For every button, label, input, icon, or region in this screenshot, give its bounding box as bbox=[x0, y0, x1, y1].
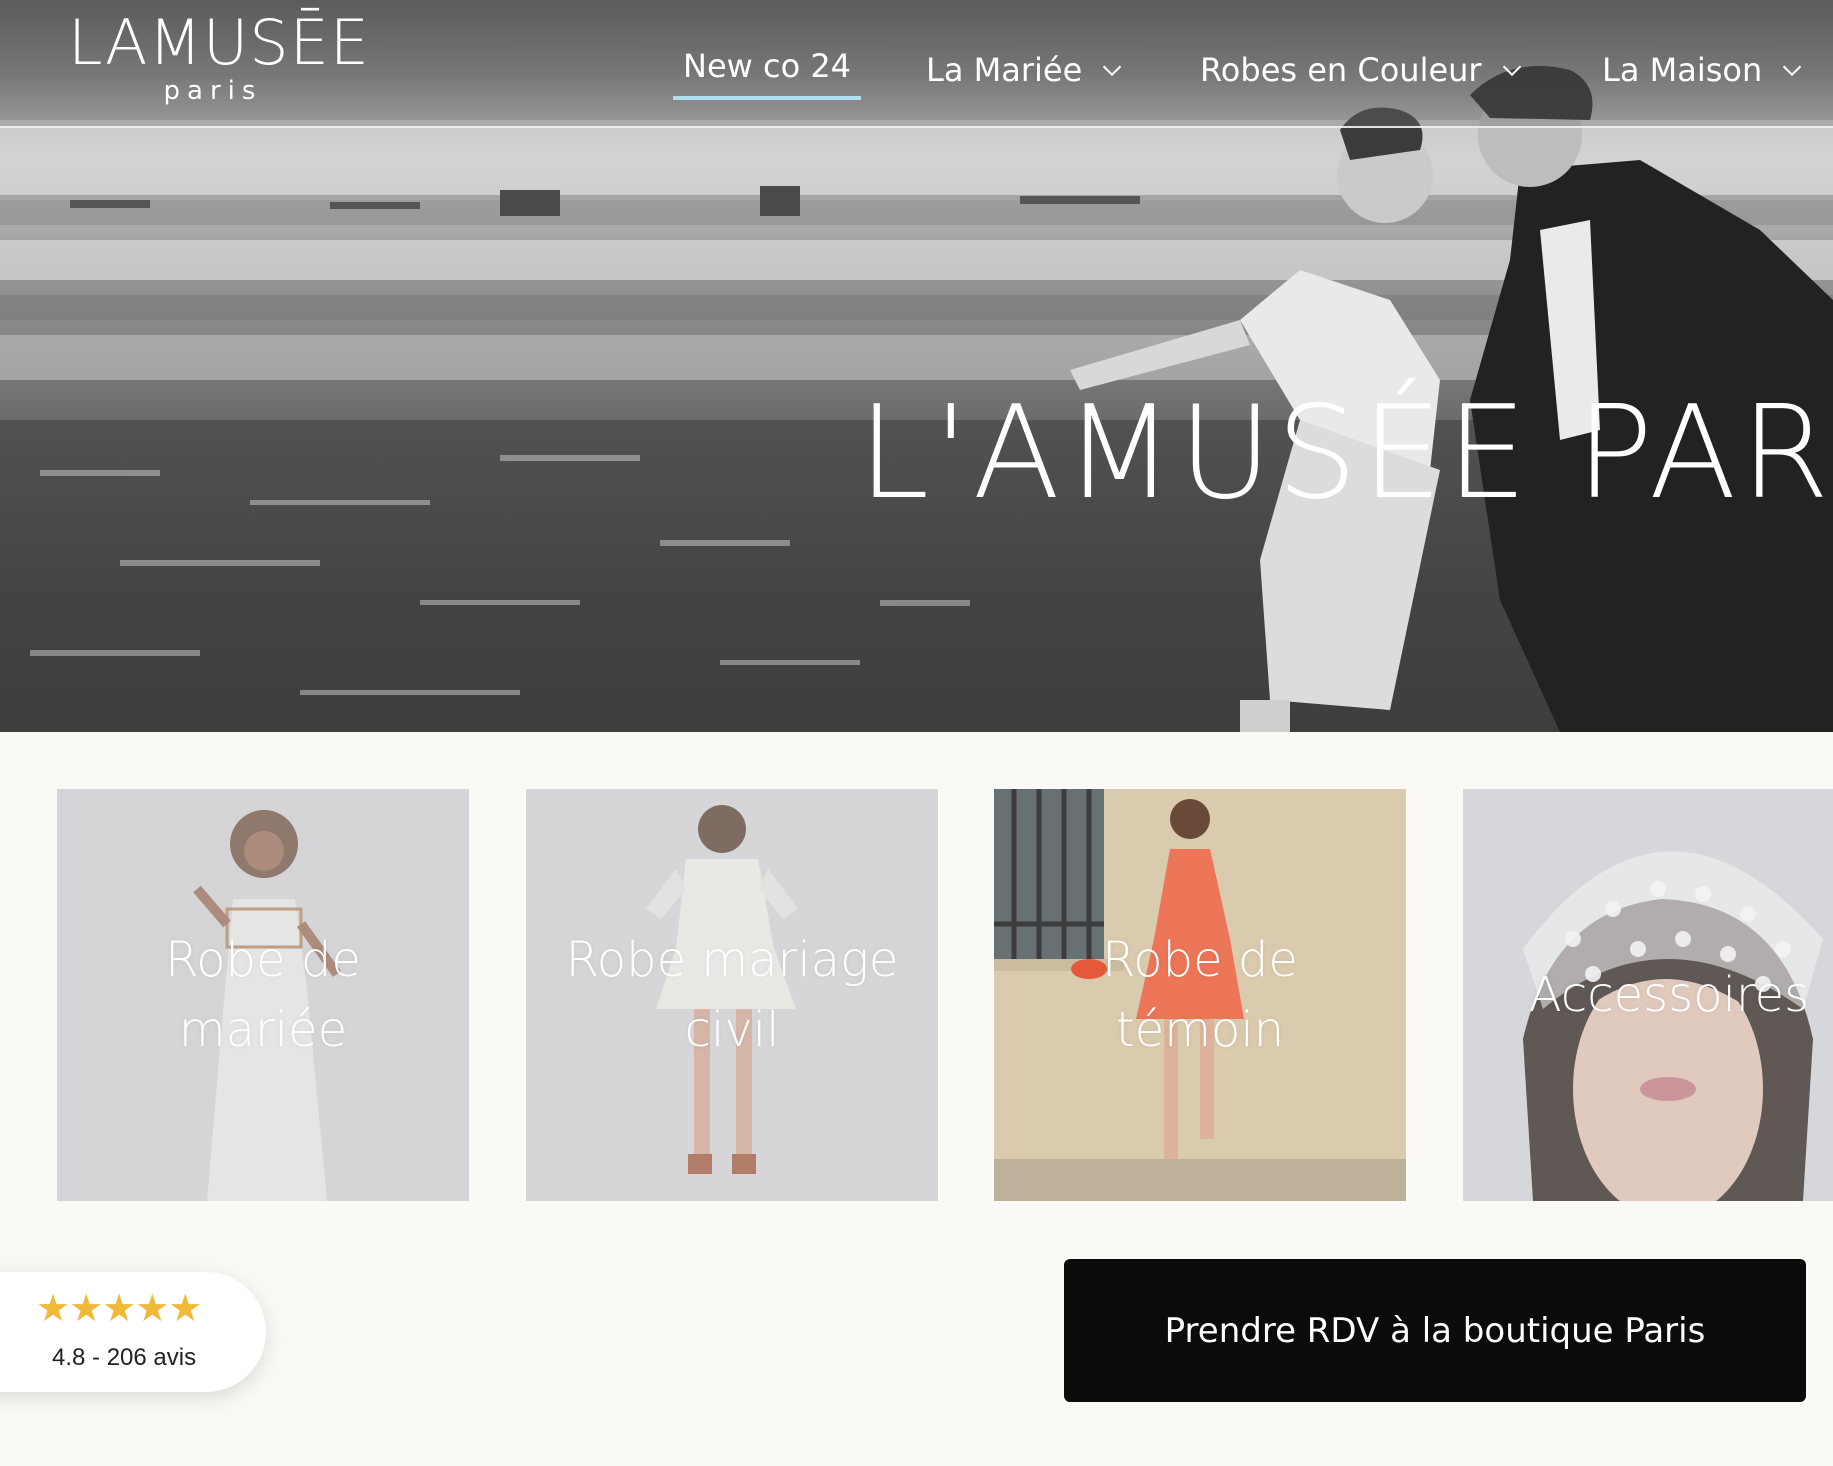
nav-item-robes-en-couleur[interactable]: Robes en Couleur bbox=[1200, 46, 1521, 94]
rating-stars-icon: ★★★★★ bbox=[36, 1288, 202, 1330]
chevron-down-icon bbox=[1502, 57, 1521, 76]
nav-item-label: La Maison bbox=[1602, 51, 1763, 89]
book-appointment-button[interactable]: Prendre RDV à la boutique Paris bbox=[1064, 1259, 1806, 1402]
category-card-accessoires[interactable]: Accessoires bbox=[1463, 789, 1833, 1201]
category-label: Robe de mariée bbox=[165, 932, 361, 1058]
category-label: Accessoires bbox=[1528, 967, 1810, 1023]
nav-item-label: New co 24 bbox=[683, 47, 852, 85]
category-card-robe-de-temoin[interactable]: Robe de témoin bbox=[994, 789, 1406, 1201]
nav-item-label: Robes en Couleur bbox=[1200, 51, 1482, 89]
nav-item-la-maison[interactable]: La Maison bbox=[1602, 46, 1802, 94]
category-label: Robe de témoin bbox=[1102, 932, 1298, 1058]
nav-item-la-mariee[interactable]: La Mariée bbox=[926, 46, 1122, 94]
book-appointment-label: Prendre RDV à la boutique Paris bbox=[1164, 1310, 1706, 1351]
chevron-down-icon bbox=[1783, 57, 1802, 76]
brand-logo[interactable]: LAMUSĒE paris bbox=[68, 6, 370, 107]
site-header: LAMUSĒE paris New co 24 La Mariée Robes … bbox=[0, 0, 1833, 128]
nav-item-label: La Mariée bbox=[926, 51, 1083, 89]
chevron-down-icon bbox=[1103, 57, 1122, 76]
nav-item-new-collection[interactable]: New co 24 bbox=[673, 42, 862, 100]
review-badge[interactable]: ★★★★★ 4.8 - 206 avis bbox=[0, 1272, 266, 1392]
category-card-robe-mariage-civil[interactable]: Robe mariage civil bbox=[526, 789, 938, 1201]
rating-summary: 4.8 - 206 avis bbox=[52, 1344, 197, 1371]
logo-city: paris bbox=[163, 76, 263, 106]
category-label: Robe mariage civil bbox=[565, 932, 899, 1058]
logo-wordmark: LAMUSĒE bbox=[68, 6, 370, 79]
hero-title: L'AMUSÉE PAR bbox=[858, 379, 1833, 528]
category-card-robe-de-mariee[interactable]: Robe de mariée bbox=[57, 789, 469, 1201]
